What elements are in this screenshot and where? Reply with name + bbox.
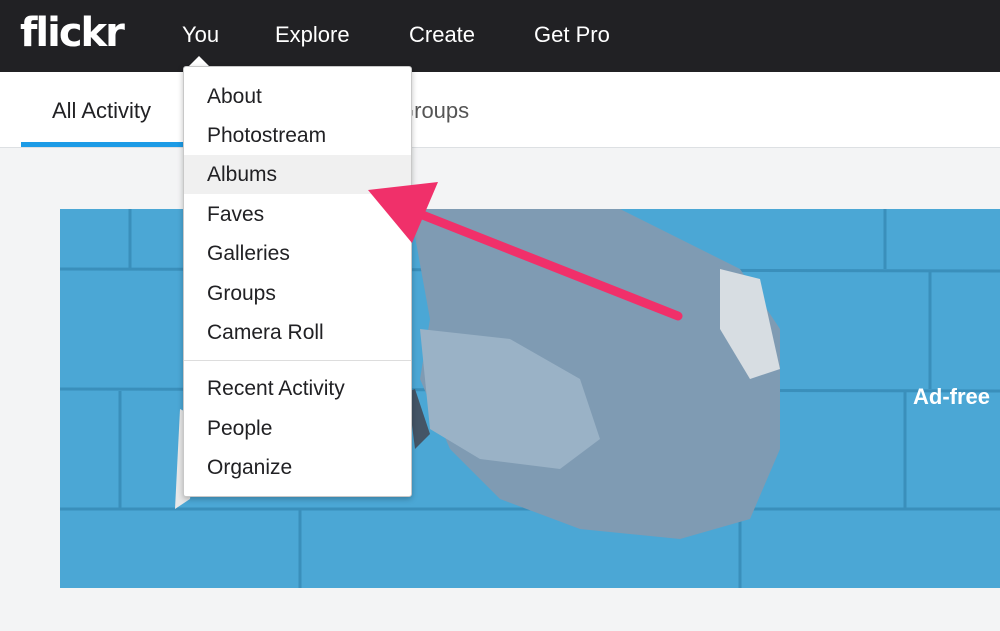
arrow-shaft — [415, 209, 683, 321]
annotation-arrow — [368, 182, 683, 321]
